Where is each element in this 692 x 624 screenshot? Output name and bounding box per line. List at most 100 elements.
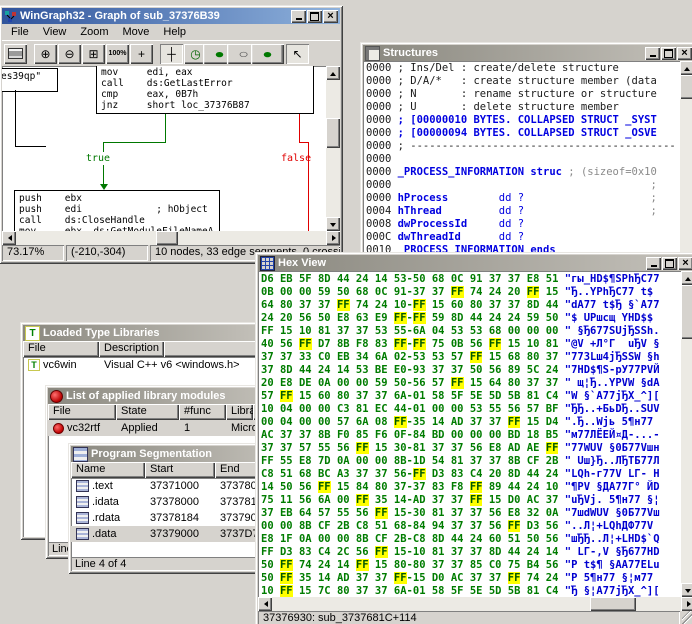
hex-byte[interactable]: 24 bbox=[470, 533, 483, 545]
column-header-file[interactable]: File bbox=[48, 404, 116, 420]
hex-byte[interactable]: 30 bbox=[394, 442, 407, 454]
hex-byte[interactable]: 24 bbox=[318, 364, 331, 376]
hex-byte[interactable]: 37 bbox=[280, 442, 293, 454]
hex-byte[interactable]: 20 bbox=[508, 286, 521, 298]
hex-byte[interactable]: 56 bbox=[470, 338, 483, 350]
hex-byte[interactable]: FF bbox=[470, 481, 483, 493]
hex-byte[interactable]: 37 bbox=[261, 364, 274, 376]
hex-byte[interactable]: 68 bbox=[356, 286, 369, 298]
hex-byte[interactable]: 37 bbox=[451, 494, 464, 506]
hex-byte[interactable]: 00 bbox=[299, 403, 312, 415]
hex-byte[interactable]: D3 bbox=[527, 520, 540, 532]
hex-byte[interactable]: 20 bbox=[489, 468, 502, 480]
hex-byte[interactable]: 37 bbox=[375, 390, 388, 402]
hex-byte[interactable]: 37 bbox=[508, 273, 521, 285]
hex-byte[interactable]: 37 bbox=[394, 481, 407, 493]
hex-byte[interactable]: 2C bbox=[337, 546, 350, 558]
hex-byte[interactable]: 57 bbox=[432, 377, 445, 389]
hex-byte[interactable]: 04 bbox=[280, 403, 293, 415]
hex-byte[interactable]: FF bbox=[394, 312, 407, 324]
hex-byte[interactable]: 15 bbox=[432, 299, 445, 311]
hex-byte[interactable]: 00 bbox=[337, 494, 350, 506]
maximize-button[interactable] bbox=[661, 47, 676, 60]
hex-byte[interactable]: FF bbox=[413, 468, 426, 480]
hex-byte[interactable]: 68 bbox=[432, 273, 445, 285]
hex-byte[interactable]: 8D bbox=[432, 533, 445, 545]
hex-byte[interactable]: 37 bbox=[337, 325, 350, 337]
hex-byte[interactable]: FF bbox=[299, 338, 312, 350]
hex-byte[interactable]: D3 bbox=[432, 468, 445, 480]
hex-byte[interactable]: C8 bbox=[356, 520, 369, 532]
hex-byte[interactable]: 55 bbox=[280, 455, 293, 467]
hex-byte[interactable]: FF bbox=[394, 416, 407, 428]
minimize-button[interactable] bbox=[645, 47, 660, 60]
hex-byte[interactable]: 00 bbox=[432, 403, 445, 415]
hex-byte[interactable]: 74 bbox=[470, 286, 483, 298]
hex-row[interactable]: 37 37 33 C0 EB 34 6A 02-53 53 57 FF 15 6… bbox=[261, 351, 681, 364]
hex-byte[interactable]: CF bbox=[375, 533, 388, 545]
hex-byte[interactable]: 93 bbox=[413, 364, 426, 376]
hex-byte[interactable]: 56 bbox=[489, 364, 502, 376]
hex-byte[interactable]: E8 bbox=[299, 455, 312, 467]
hex-byte[interactable]: 8B bbox=[508, 455, 521, 467]
hex-byte[interactable]: 91 bbox=[470, 273, 483, 285]
hexview-titlebar[interactable]: Hex View bbox=[258, 255, 692, 271]
hex-byte[interactable]: EB bbox=[337, 351, 350, 363]
hex-byte[interactable]: CF bbox=[318, 520, 331, 532]
hex-byte[interactable]: 00 bbox=[337, 377, 350, 389]
hex-byte[interactable]: 80 bbox=[375, 481, 388, 493]
hex-byte[interactable]: 94 bbox=[432, 520, 445, 532]
hex-byte[interactable]: 00 bbox=[280, 520, 293, 532]
hex-byte[interactable]: 24 bbox=[527, 481, 540, 493]
hex-byte[interactable]: 37 bbox=[470, 416, 483, 428]
hex-byte[interactable]: 37 bbox=[375, 572, 388, 584]
hex-byte[interactable]: 14 bbox=[337, 364, 350, 376]
table-row[interactable]: vc6winVisual C++ v6 <windows.h> bbox=[23, 357, 263, 373]
hex-byte[interactable]: 56 bbox=[280, 338, 293, 350]
hex-byte[interactable]: 15 bbox=[394, 507, 407, 519]
hex-byte[interactable]: 51 bbox=[280, 468, 293, 480]
hex-byte[interactable]: C4 bbox=[470, 468, 483, 480]
scroll-up-icon[interactable] bbox=[326, 66, 340, 80]
hex-byte[interactable]: 56 bbox=[413, 377, 426, 389]
hex-byte[interactable]: 14 bbox=[318, 572, 331, 584]
zoom-in-icon[interactable]: ⊕ bbox=[34, 44, 57, 64]
hex-byte[interactable]: 00 bbox=[337, 533, 350, 545]
structure-line[interactable]: 0000 ; bbox=[366, 179, 680, 192]
hex-byte[interactable]: 37 bbox=[356, 585, 369, 597]
hex-byte[interactable]: 15 bbox=[508, 338, 521, 350]
hex-byte[interactable]: 6A bbox=[413, 325, 426, 337]
column-header-start[interactable]: Start bbox=[145, 462, 215, 478]
hex-byte[interactable]: 30 bbox=[413, 507, 426, 519]
hex-byte[interactable]: 8B bbox=[299, 520, 312, 532]
hex-byte[interactable]: 50 bbox=[261, 572, 274, 584]
print-icon[interactable] bbox=[4, 44, 27, 64]
hex-byte[interactable]: 51 bbox=[375, 520, 388, 532]
hex-byte[interactable]: 37 bbox=[261, 507, 274, 519]
hex-byte[interactable]: 56 bbox=[470, 442, 483, 454]
hex-byte[interactable]: 44 bbox=[470, 312, 483, 324]
hex-byte[interactable]: 15 bbox=[470, 377, 483, 389]
hex-byte[interactable]: 01 bbox=[413, 403, 426, 415]
hex-byte[interactable]: 2B bbox=[337, 520, 350, 532]
hex-byte[interactable]: FF bbox=[470, 351, 483, 363]
hex-byte[interactable]: 2B bbox=[394, 533, 407, 545]
hex-byte[interactable]: 59 bbox=[318, 286, 331, 298]
hex-byte[interactable]: 37 bbox=[432, 286, 445, 298]
hex-byte[interactable]: 15 bbox=[413, 572, 426, 584]
hex-byte[interactable]: 15 bbox=[375, 442, 388, 454]
hex-byte[interactable]: 56 bbox=[356, 546, 369, 558]
hex-byte[interactable]: 44 bbox=[451, 533, 464, 545]
menu-view[interactable]: View bbox=[36, 25, 74, 39]
hex-byte[interactable]: 24 bbox=[546, 572, 559, 584]
hex-byte[interactable]: 5F bbox=[451, 585, 464, 597]
structure-line[interactable]: 0000 ; Ins/Del : create/delete structure bbox=[366, 62, 680, 75]
hex-byte[interactable]: 40 bbox=[261, 338, 274, 350]
hscroll-thumb[interactable] bbox=[156, 231, 178, 245]
hex-byte[interactable]: 35 bbox=[375, 494, 388, 506]
structure-line[interactable]: 0000 bbox=[366, 153, 680, 166]
hex-byte[interactable]: 24 bbox=[356, 273, 369, 285]
scroll-up-icon[interactable] bbox=[681, 271, 692, 285]
hex-byte[interactable]: 00 bbox=[318, 533, 331, 545]
hex-byte[interactable]: 04 bbox=[280, 416, 293, 428]
